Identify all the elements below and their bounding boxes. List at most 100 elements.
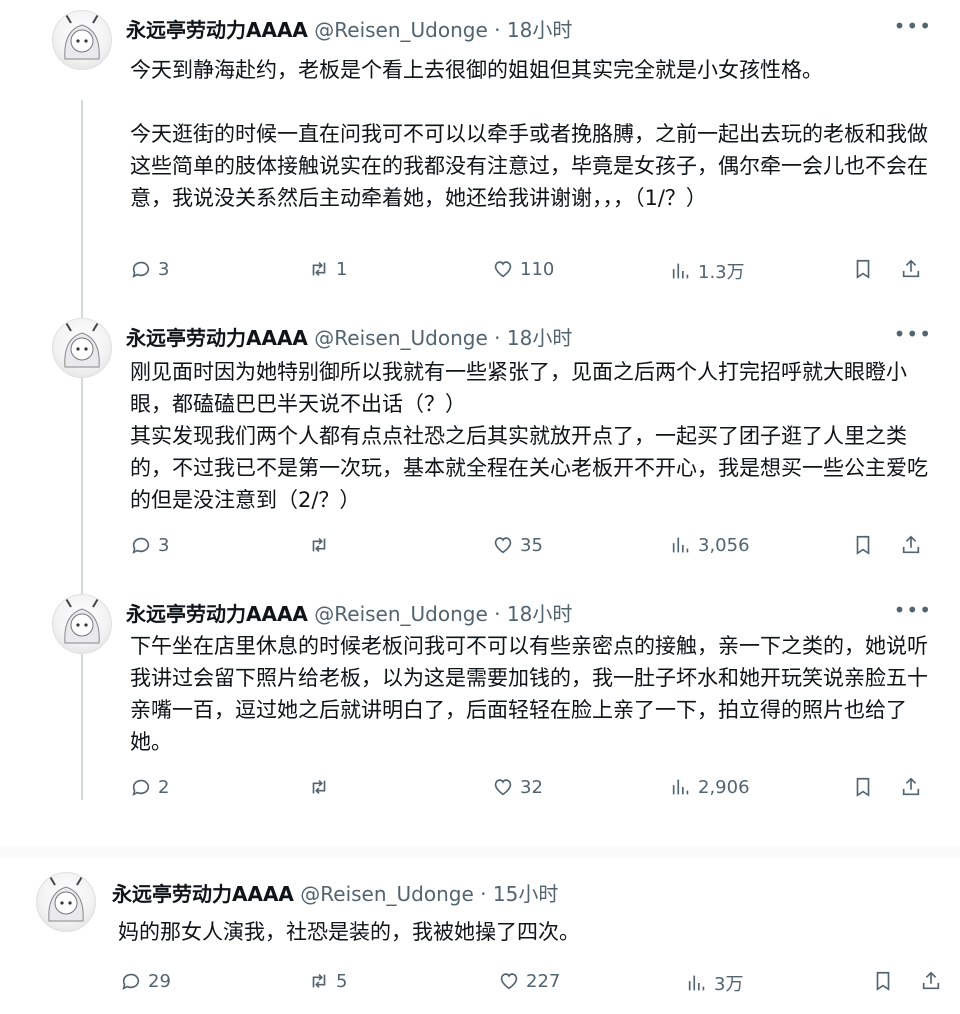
like-button[interactable]: 32 [492, 776, 543, 798]
separator-dot: · [480, 882, 487, 906]
avatar-illustration [64, 320, 100, 368]
display-name[interactable]: 永远亭劳动力AAAA [112, 882, 294, 906]
retweet-icon [312, 261, 326, 277]
view-count: 3万 [714, 974, 744, 995]
tweet-header: 永远亭劳动力AAAA @Reisen_Udonge · 15小时 [112, 880, 558, 908]
view-count: 2,906 [698, 776, 750, 798]
reply-icon [122, 973, 140, 990]
views-icon [672, 263, 689, 279]
bookmark-icon [876, 971, 890, 991]
bookmark-icon [856, 535, 870, 555]
display-name[interactable]: 永远亭劳动力AAAA [126, 602, 308, 626]
retweet-count: 5 [336, 970, 348, 992]
retweet-button[interactable] [308, 534, 336, 556]
user-handle[interactable]: @Reisen_Udonge [314, 602, 488, 626]
tweet-text: 今天到静海赴约，老板是个看上去很御的姐姐但其实完全就是小女孩性格。 今天逛街的时… [130, 58, 928, 210]
like-count: 35 [520, 534, 543, 556]
views-icon [688, 975, 705, 991]
avatar-illustration [64, 596, 100, 644]
share-icon [902, 259, 920, 278]
retweet-button[interactable]: 5 [308, 970, 347, 992]
tweet-actions: 2 32 2,906 [130, 776, 930, 806]
reply-count: 29 [148, 970, 171, 992]
reply-count: 3 [158, 258, 170, 280]
reply-button[interactable]: 3 [130, 258, 169, 280]
tweet-3[interactable]: 永远亭劳动力AAAA @Reisen_Udonge · 18小时 ••• 下午坐… [0, 584, 960, 844]
timestamp[interactable]: 15小时 [493, 882, 558, 906]
bookmark-icon [856, 777, 870, 797]
retweet-icon [312, 779, 326, 795]
separator-dot: · [494, 18, 501, 42]
retweet-count: 1 [336, 258, 348, 280]
tweet-actions: 3 35 3,056 [130, 534, 930, 564]
user-handle[interactable]: @Reisen_Udonge [300, 882, 474, 906]
display-name[interactable]: 永远亭劳动力AAAA [126, 326, 308, 350]
heart-icon [500, 973, 518, 990]
tweet-text: 下午坐在店里休息的时候老板问我可不可以有些亲密点的接触，亲一下之类的，她说听我讲… [130, 634, 928, 754]
share-button[interactable] [900, 776, 922, 798]
user-handle[interactable]: @Reisen_Udonge [314, 18, 488, 42]
like-count: 227 [526, 970, 561, 992]
views-icon [672, 779, 689, 795]
avatar[interactable] [52, 10, 112, 70]
tweet-2[interactable]: 永远亭劳动力AAAA @Reisen_Udonge · 18小时 ••• 刚见面… [0, 308, 960, 578]
avatar[interactable] [36, 872, 96, 932]
section-gap [0, 846, 960, 858]
like-button[interactable]: 110 [492, 258, 554, 280]
share-icon [922, 971, 940, 990]
share-button[interactable] [900, 534, 922, 556]
heart-icon [494, 779, 512, 796]
like-button[interactable]: 227 [498, 970, 560, 992]
bookmark-button[interactable] [852, 776, 874, 798]
bookmark-button[interactable] [872, 970, 894, 992]
reply-count: 3 [158, 534, 170, 556]
avatar[interactable] [52, 318, 112, 378]
retweet-icon [312, 973, 326, 989]
share-icon [902, 535, 920, 554]
tweet-1[interactable]: 永远亭劳动力AAAA @Reisen_Udonge · 18小时 ••• 今天到… [0, 0, 960, 310]
bookmark-button[interactable] [852, 534, 874, 556]
like-button[interactable]: 35 [492, 534, 543, 556]
tweet-header: 永远亭劳动力AAAA @Reisen_Udonge · 18小时 [126, 600, 572, 628]
tweet-text: 妈的那女人演我，社恐是装的，我被她操了四次。 [118, 920, 580, 944]
more-icon[interactable]: ••• [894, 598, 932, 622]
tweet-header: 永远亭劳动力AAAA @Reisen_Udonge · 18小时 [126, 324, 572, 352]
share-icon [902, 777, 920, 796]
avatar-illustration [64, 12, 100, 60]
like-count: 32 [520, 776, 543, 798]
bookmark-icon [856, 259, 870, 279]
view-count: 1.3万 [698, 262, 745, 283]
reply-icon [132, 779, 150, 796]
view-count: 3,056 [698, 534, 750, 556]
timestamp[interactable]: 18小时 [507, 326, 572, 350]
more-icon[interactable]: ••• [894, 14, 932, 38]
timestamp[interactable]: 18小时 [507, 602, 572, 626]
reply-button[interactable]: 3 [130, 534, 169, 556]
reply-count: 2 [158, 776, 170, 798]
reply-button[interactable]: 29 [120, 970, 171, 992]
tweet-4[interactable]: 永远亭劳动力AAAA @Reisen_Udonge · 15小时 妈的那女人演我… [0, 860, 960, 1014]
retweet-button[interactable]: 1 [308, 258, 347, 280]
separator-dot: · [494, 326, 501, 350]
avatar[interactable] [52, 594, 112, 654]
tweet-actions: 3 1 110 1.3万 [130, 258, 930, 288]
retweet-icon [312, 537, 326, 553]
bookmark-button[interactable] [852, 258, 874, 280]
views-button[interactable]: 3,056 [670, 534, 750, 556]
reply-button[interactable]: 2 [130, 776, 169, 798]
tweet-header: 永远亭劳动力AAAA @Reisen_Udonge · 18小时 [126, 16, 572, 44]
more-icon[interactable]: ••• [894, 322, 932, 346]
tweet-text: 刚见面时因为她特别御所以我就有一些紧张了，见面之后两个人打完招呼就大眼瞪小眼，都… [130, 360, 928, 512]
views-button[interactable]: 3万 [686, 970, 743, 996]
like-count: 110 [520, 258, 555, 280]
views-button[interactable]: 2,906 [670, 776, 750, 798]
share-button[interactable] [920, 970, 942, 992]
display-name[interactable]: 永远亭劳动力AAAA [126, 18, 308, 42]
tweet-actions: 29 5 227 3万 [120, 970, 940, 1000]
heart-icon [494, 261, 512, 278]
timestamp[interactable]: 18小时 [507, 18, 572, 42]
views-button[interactable]: 1.3万 [670, 258, 745, 284]
user-handle[interactable]: @Reisen_Udonge [314, 326, 488, 350]
retweet-button[interactable] [308, 776, 336, 798]
share-button[interactable] [900, 258, 922, 280]
